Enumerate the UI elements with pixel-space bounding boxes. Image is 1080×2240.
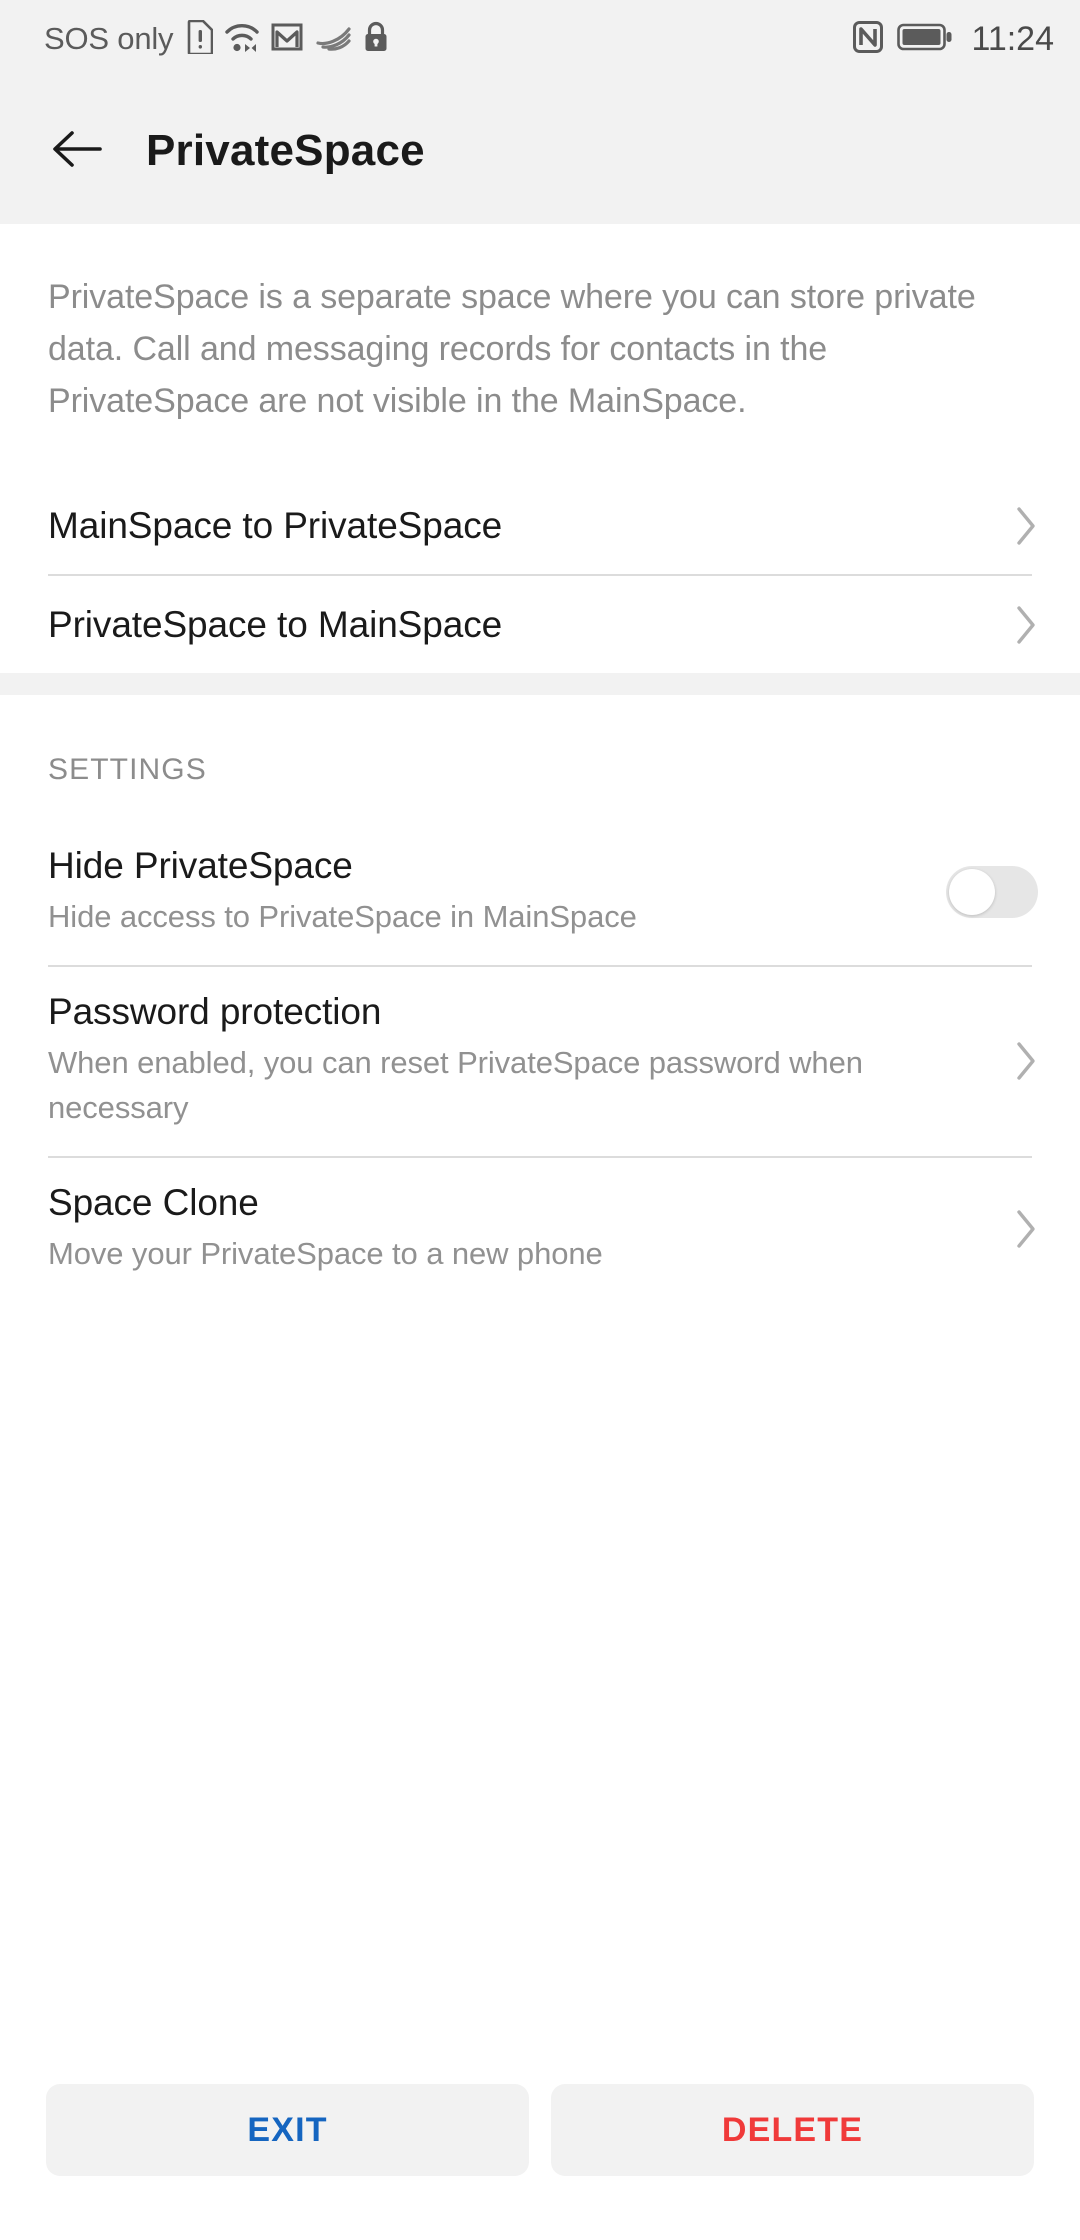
transfer-section: MainSpace to PrivateSpace PrivateSpace t…: [0, 477, 1080, 673]
hide-privatespace-toggle[interactable]: [946, 866, 1038, 918]
row-mainspace-to-privatespace[interactable]: MainSpace to PrivateSpace: [0, 477, 1080, 574]
row-text: Space Clone Move your PrivateSpace to a …: [48, 1182, 998, 1276]
delete-button[interactable]: DELETE: [551, 2084, 1034, 2176]
wifi-icon: [224, 20, 260, 59]
settings-section: SETTINGS Hide PrivateSpace Hide access t…: [0, 695, 1080, 1302]
row-subtitle: Move your PrivateSpace to a new phone: [48, 1236, 603, 1271]
chevron-right-icon: [1014, 1040, 1038, 1082]
page-title: PrivateSpace: [146, 126, 425, 175]
status-bar-clock: 11:24: [971, 19, 1054, 58]
lock-icon: [363, 21, 389, 58]
sim-warning-icon: [187, 19, 214, 59]
row-subtitle: Hide access to PrivateSpace in MainSpace: [48, 899, 637, 934]
settings-header: SETTINGS: [48, 753, 207, 786]
row-hide-privatespace[interactable]: Hide PrivateSpace Hide access to Private…: [0, 823, 1080, 965]
private-space-description: PrivateSpace is a separate space where y…: [48, 278, 976, 420]
row-title: Password protection: [48, 991, 382, 1032]
app-bar: PrivateSpace: [0, 78, 1080, 224]
exit-button[interactable]: EXIT: [46, 2084, 529, 2176]
battery-icon: [897, 22, 953, 57]
row-title: Hide PrivateSpace: [48, 845, 353, 886]
swiftkey-icon: [316, 22, 352, 57]
section-separator-band: [0, 673, 1080, 695]
nfc-icon: [853, 20, 884, 58]
row-text: Hide PrivateSpace Hide access to Private…: [48, 845, 926, 939]
content-area: PrivateSpace is a separate space where y…: [0, 224, 1080, 2240]
flex-spacer: [0, 1302, 1080, 2084]
phone-screen: SOS only 11:24 PrivateSpace PrivateSpace…: [0, 0, 1080, 2240]
status-bar: SOS only 11:24: [0, 0, 1080, 78]
row-subtitle: When enabled, you can reset PrivateSpace…: [48, 1045, 863, 1125]
status-bar-left: SOS only: [44, 19, 389, 59]
row-title: MainSpace to PrivateSpace: [48, 504, 503, 546]
chevron-right-icon: [1014, 505, 1038, 547]
row-text: PrivateSpace to MainSpace: [48, 604, 998, 646]
row-text: Password protection When enabled, you ca…: [48, 991, 998, 1130]
row-title: PrivateSpace to MainSpace: [48, 603, 503, 645]
chevron-right-icon: [1014, 604, 1038, 646]
row-title: Space Clone: [48, 1182, 259, 1223]
row-password-protection[interactable]: Password protection When enabled, you ca…: [0, 967, 1080, 1156]
row-privatespace-to-mainspace[interactable]: PrivateSpace to MainSpace: [0, 576, 1080, 673]
row-space-clone[interactable]: Space Clone Move your PrivateSpace to a …: [0, 1158, 1080, 1302]
chevron-right-icon: [1014, 1208, 1038, 1250]
row-text: MainSpace to PrivateSpace: [48, 505, 998, 547]
bottom-action-bar: EXIT DELETE: [0, 2084, 1080, 2240]
back-arrow-icon: [51, 127, 103, 176]
back-button[interactable]: [46, 120, 108, 182]
status-bar-right: 11:24: [853, 20, 1054, 59]
gmail-icon: [271, 21, 305, 58]
toggle-knob: [949, 869, 995, 915]
carrier-label: SOS only: [44, 21, 174, 56]
